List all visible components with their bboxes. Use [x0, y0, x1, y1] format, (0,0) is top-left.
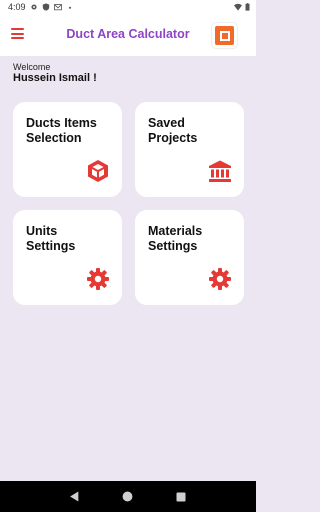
app-logo-icon[interactable]: [212, 23, 237, 48]
card-label-line2: Settings: [26, 239, 76, 253]
welcome-label: Welcome: [13, 62, 51, 72]
card-label-line2: Selection: [26, 131, 82, 145]
gear-icon: [30, 4, 37, 10]
units-settings-card[interactable]: Units Settings: [13, 210, 122, 305]
card-label-line1: Units: [26, 224, 58, 238]
home-icon[interactable]: [122, 491, 134, 503]
card-label: Units Settings: [26, 224, 118, 254]
card-label-line1: Ducts Items: [26, 116, 97, 130]
materials-settings-card[interactable]: Materials Settings: [135, 210, 244, 305]
card-label-line1: Materials: [148, 224, 203, 238]
wifi-icon: [234, 3, 242, 11]
card-label-line2: Settings: [148, 239, 198, 253]
system-nav-bar: [0, 481, 256, 512]
user-name: Hussein Ismail !: [13, 72, 97, 84]
dot-icon: [68, 6, 71, 9]
gear-icon: [87, 268, 109, 290]
bank-icon: [209, 160, 231, 182]
app-bar: Duct Area Calculator: [0, 14, 256, 56]
mail-icon: [53, 4, 62, 11]
card-label-line1: Saved: [148, 116, 185, 130]
status-bar: 4:09: [0, 0, 256, 14]
card-label: Saved Projects: [148, 116, 240, 146]
card-label: Ducts Items Selection: [26, 116, 118, 146]
recents-icon[interactable]: [175, 491, 187, 503]
gear-icon: [209, 268, 231, 290]
ducts-items-selection-card[interactable]: Ducts Items Selection: [13, 102, 122, 197]
shield-icon: [42, 3, 49, 11]
card-label-line2: Projects: [148, 131, 198, 145]
saved-projects-card[interactable]: Saved Projects: [135, 102, 244, 197]
status-time: 4:09: [8, 2, 26, 12]
battery-icon: [245, 3, 250, 11]
cube-icon: [88, 160, 108, 182]
back-icon[interactable]: [69, 491, 81, 503]
status-right: [234, 3, 250, 11]
status-left: 4:09: [8, 2, 74, 12]
card-label: Materials Settings: [148, 224, 240, 254]
